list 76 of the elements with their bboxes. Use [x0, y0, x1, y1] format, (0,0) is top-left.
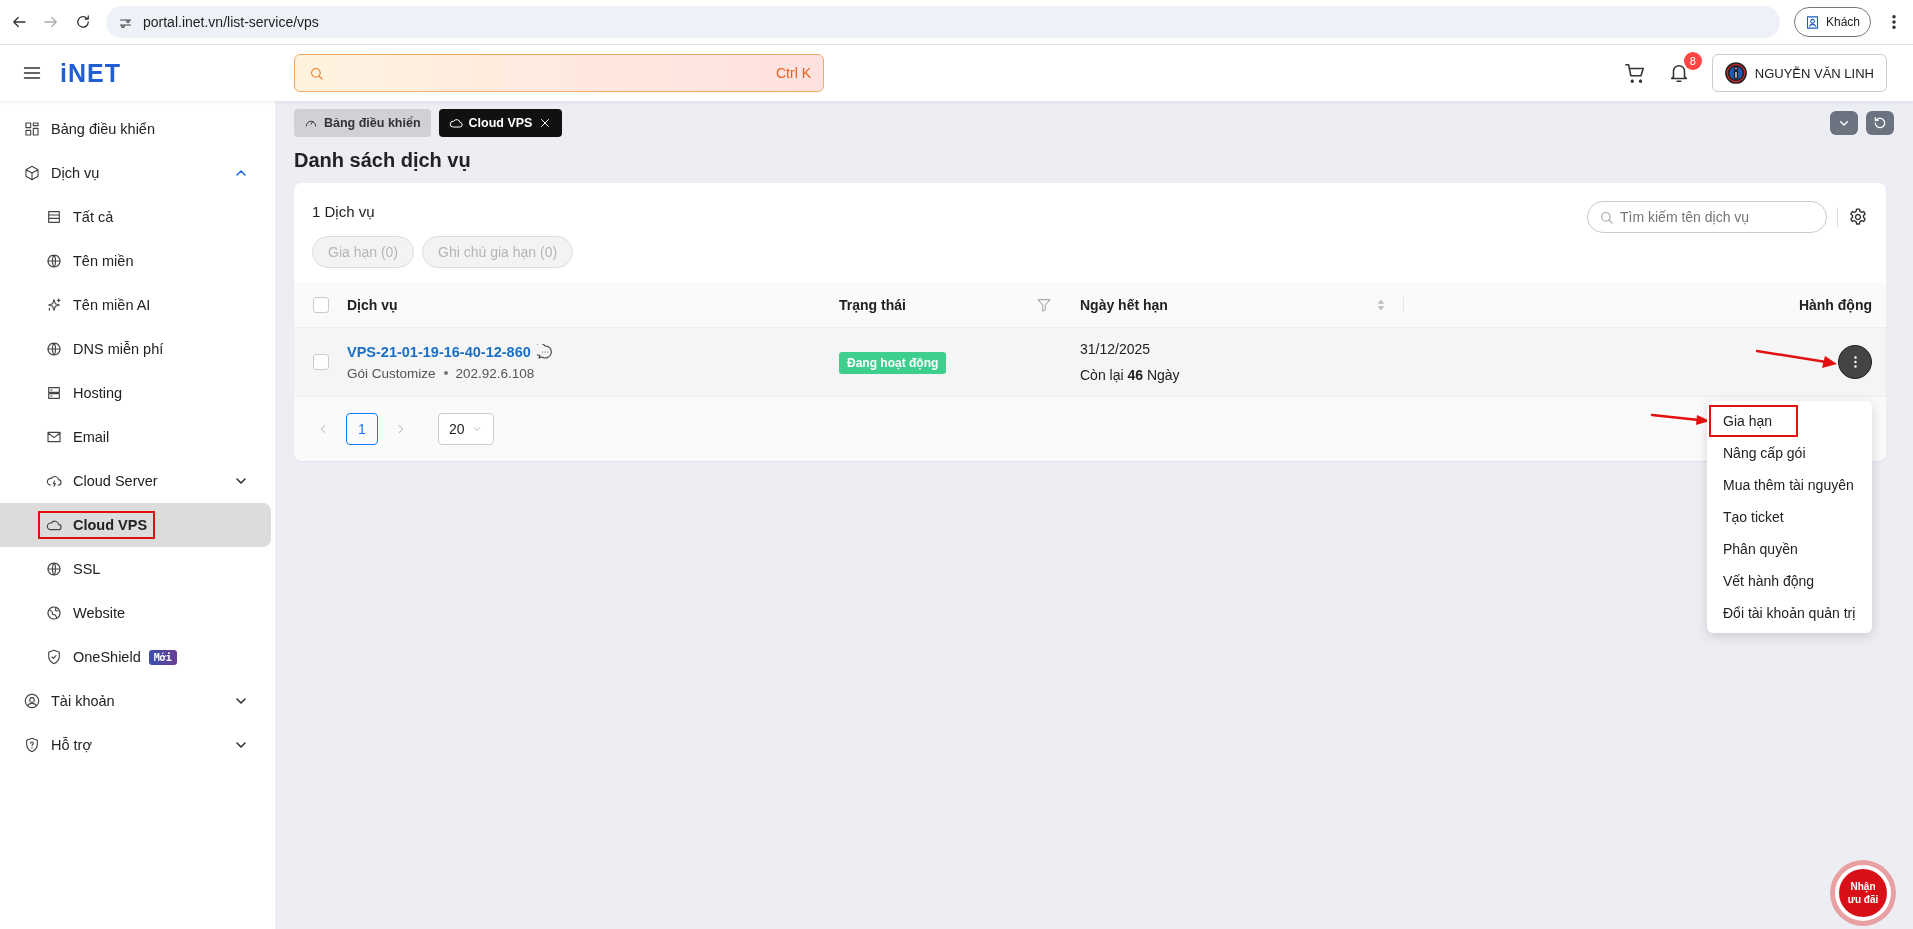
settings-icon[interactable] [1848, 207, 1868, 227]
status-tag: Đang hoạt động [839, 352, 947, 374]
sidebar-item[interactable]: Bảng điều khiển [0, 107, 271, 151]
menu-item[interactable]: Đổi tài khoản quản trị [1709, 597, 1870, 629]
grid-icon [24, 121, 40, 137]
notification-badge: 8 [1683, 52, 1702, 70]
person-icon [1804, 14, 1820, 30]
cloud-icon [46, 517, 62, 533]
menu-item[interactable]: Phân quyền [1709, 533, 1812, 565]
page-button[interactable]: 1 [346, 413, 378, 445]
separator-dot [443, 371, 448, 375]
cloud-icon [46, 473, 62, 489]
search-icon [1599, 209, 1614, 225]
sidebar-item[interactable]: Tên miền AI [0, 283, 271, 327]
globe-icon [46, 341, 62, 357]
sidebar-item[interactable]: Tất cả [0, 195, 271, 239]
row-checkbox[interactable] [312, 354, 329, 370]
info-icon [1724, 62, 1747, 84]
globe-icon [46, 605, 62, 621]
days-remaining: Còn lại 46 Ngày [1080, 367, 1181, 383]
logo[interactable]: iNET [60, 58, 121, 88]
sparkle-icon [46, 297, 62, 313]
tab[interactable]: Bảng điều khiển [294, 109, 431, 137]
select-all-checkbox[interactable] [312, 296, 329, 313]
sidebar-item[interactable]: OneShield Mới [0, 635, 271, 679]
shield-icon [46, 649, 62, 665]
sidebar-item[interactable]: Hosting [0, 371, 271, 415]
reload-icon[interactable] [74, 13, 92, 31]
list-icon [46, 209, 62, 225]
sidebar-item[interactable]: Tên miền [0, 239, 271, 283]
server-icon [46, 385, 62, 401]
cloud-icon [448, 116, 463, 130]
page-title: Danh sách dịch vụ [294, 149, 472, 172]
ip-address: 202.92.6.108 [455, 365, 535, 381]
column-header: Ngày hết hạn [1080, 296, 1168, 313]
menu-item[interactable]: Vết hành động [1709, 565, 1829, 597]
expiry-date: 31/12/2025 [1080, 341, 1152, 357]
sidebar-item[interactable]: Website [0, 591, 271, 635]
menu-item[interactable]: Nâng cấp gói [1709, 437, 1820, 469]
service-link[interactable]: VPS-21-01-19-16-40-12-860 [347, 343, 531, 360]
service-count: 1 Dịch vụ [312, 203, 376, 220]
sidebar-item[interactable]: Cloud Server [0, 459, 271, 503]
user-button[interactable]: NGUYỄN VĂN LINH [1711, 54, 1887, 92]
tab[interactable]: Cloud VPS [438, 109, 563, 137]
sidebar-item[interactable]: Tài khoản [0, 679, 271, 723]
sidebar-item[interactable]: SSL [0, 547, 271, 591]
shield-icon [24, 737, 40, 753]
globe-icon [46, 561, 62, 577]
address-bar[interactable]: portal.inet.vn/list-service/vps [106, 6, 1780, 38]
shortcut-hint: Ctrl K [776, 65, 811, 81]
dropdown-button[interactable] [1830, 111, 1858, 135]
menu-item[interactable]: Mua thêm tài nguyên [1709, 469, 1868, 501]
mail-icon [46, 429, 62, 445]
plan-name: Gói Customize [347, 365, 436, 381]
page-size-select[interactable]: 20 [438, 413, 494, 445]
cart-icon[interactable] [1623, 62, 1646, 84]
refresh-icon [1872, 115, 1888, 131]
column-header: Trạng thái [839, 296, 906, 313]
sidebar-item[interactable]: Dịch vụ [0, 151, 271, 195]
search-field[interactable]: Tìm kiếm tên dịch vụ [1587, 201, 1827, 233]
new-badge: Mới [148, 649, 177, 665]
menu-item[interactable]: Tạo ticket [1709, 501, 1798, 533]
globe-icon [46, 253, 62, 269]
search-icon [309, 65, 324, 81]
sidebar-item[interactable]: DNS miễn phí [0, 327, 271, 371]
column-header: Dịch vụ [347, 296, 398, 313]
column-header: Hành động [1798, 296, 1872, 313]
vertical-dots-icon [1853, 356, 1857, 368]
refresh-button[interactable] [1866, 111, 1894, 135]
sidebar-item[interactable]: Email [0, 415, 271, 459]
sidebar-item[interactable]: Cloud VPS [0, 503, 271, 547]
url-text: portal.inet.vn/list-service/vps [143, 14, 319, 30]
menu-item[interactable]: Gia hạn [1709, 405, 1799, 437]
more-actions-button[interactable] [1838, 345, 1872, 379]
box-icon [24, 165, 40, 181]
sidebar-item[interactable]: Hỗ trợ [0, 723, 271, 767]
